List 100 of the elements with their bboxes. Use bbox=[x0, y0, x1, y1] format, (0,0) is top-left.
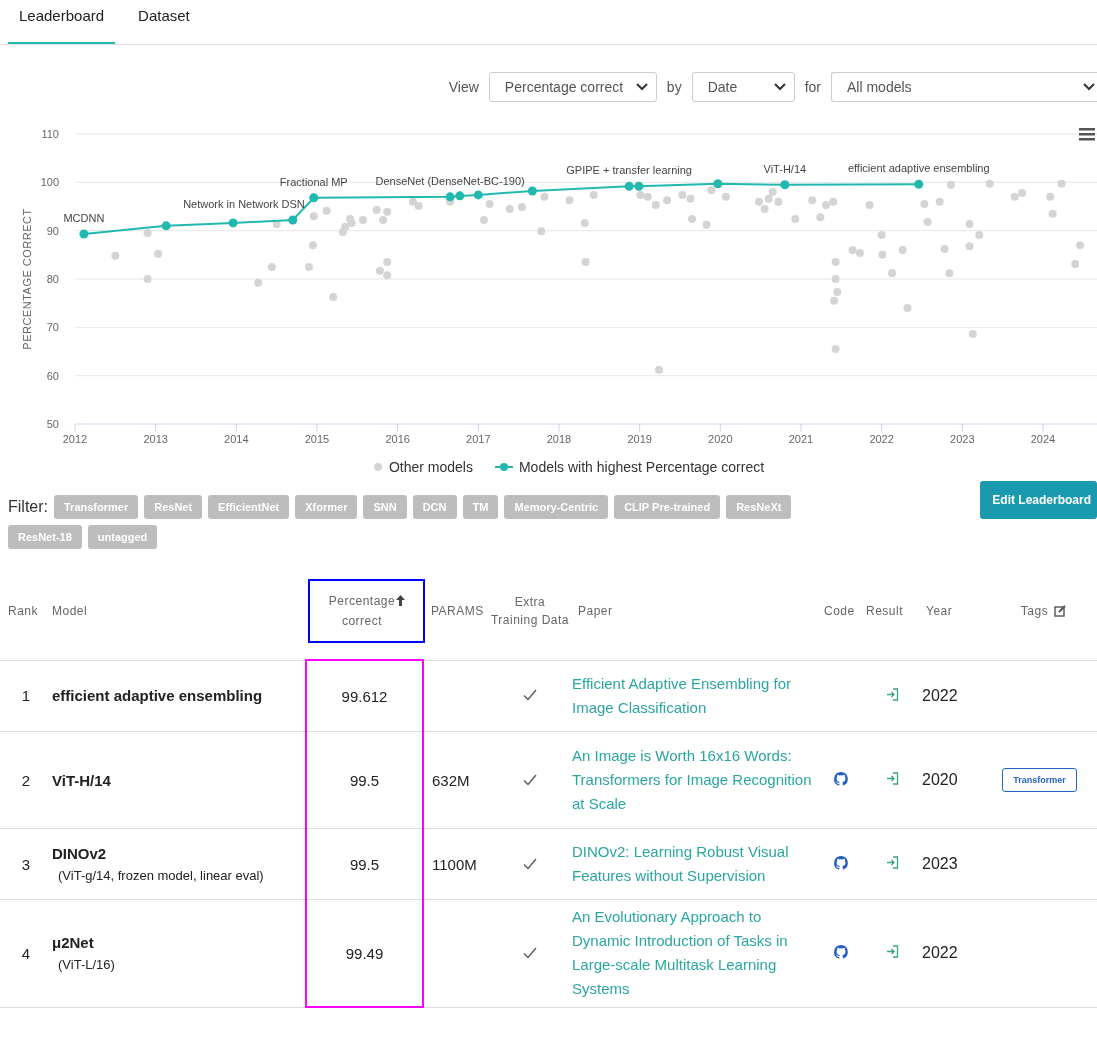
metric-select[interactable]: Percentage correct bbox=[488, 72, 657, 102]
model-detail: (ViT-L/16) bbox=[57, 957, 116, 973]
sota-point[interactable] bbox=[527, 186, 537, 196]
filter-tag[interactable]: ResNeXt bbox=[726, 495, 792, 519]
filter-tag[interactable]: ResNet-18 bbox=[8, 525, 82, 549]
filter-tag[interactable]: Transformer bbox=[54, 495, 139, 519]
sota-point[interactable] bbox=[780, 180, 790, 190]
filter-tag[interactable]: TM bbox=[462, 495, 499, 519]
code-repo-icon[interactable] bbox=[833, 943, 849, 960]
paper-link[interactable]: An Evolutionary Approach to Dynamic Introduction of Tasks in Large-scale Multitask Learning Systems bbox=[572, 905, 812, 1002]
data-point bbox=[309, 212, 318, 221]
data-point bbox=[888, 269, 897, 278]
sota-point[interactable] bbox=[445, 192, 455, 202]
filter-tag[interactable]: Xformer bbox=[295, 495, 358, 519]
view-label: View bbox=[448, 79, 479, 95]
data-point bbox=[831, 258, 840, 267]
filter-tag[interactable]: CLIP Pre-trained bbox=[614, 495, 721, 519]
filter-tag[interactable]: Memory-Centric bbox=[504, 495, 609, 519]
sota-point[interactable] bbox=[455, 191, 465, 201]
edit-leaderboard-button[interactable]: Edit Leaderboard bbox=[980, 481, 1097, 519]
data-point bbox=[272, 219, 281, 228]
data-point bbox=[688, 215, 697, 224]
data-point bbox=[965, 219, 974, 228]
data-point bbox=[383, 271, 392, 280]
data-point bbox=[505, 204, 514, 213]
data-point bbox=[329, 292, 338, 301]
x-tick-label: 2024 bbox=[1030, 433, 1056, 445]
sign-in-icon[interactable] bbox=[884, 944, 900, 960]
edit-icon[interactable] bbox=[1054, 605, 1067, 618]
score-cell: 99.49 bbox=[306, 899, 423, 1007]
model-detail: (ViT-g/14, frozen model, linear eval) bbox=[57, 868, 265, 883]
sota-point[interactable] bbox=[288, 215, 298, 225]
data-point bbox=[540, 192, 549, 201]
data-point bbox=[678, 190, 687, 199]
tab[interactable]: Leaderboard bbox=[8, 0, 116, 44]
y-tick-label: 110 bbox=[41, 128, 59, 140]
column-header: Result bbox=[866, 603, 903, 621]
data-point bbox=[143, 229, 152, 238]
data-point bbox=[830, 296, 839, 305]
sota-point[interactable] bbox=[624, 181, 634, 191]
y-tick-label: 70 bbox=[46, 321, 59, 334]
point-label: efficient adaptive ensembling bbox=[847, 162, 990, 175]
data-point bbox=[485, 200, 494, 209]
paper-link[interactable]: An Image is Worth 16x16 Words: Transformers for Image Recognition at Scale bbox=[572, 744, 812, 816]
sota-point[interactable] bbox=[161, 221, 171, 231]
data-point bbox=[347, 218, 356, 227]
sota-point[interactable] bbox=[79, 229, 89, 239]
column-header: Rank bbox=[8, 603, 38, 621]
data-point bbox=[655, 365, 663, 374]
x-tick-label: 2018 bbox=[546, 433, 572, 445]
data-point bbox=[877, 231, 886, 239]
sign-in-icon[interactable] bbox=[884, 686, 900, 702]
model-name: efficient adaptive ensembling bbox=[52, 687, 264, 705]
data-point bbox=[774, 197, 783, 206]
column-header[interactable]: Percentage correct bbox=[308, 579, 425, 643]
filter-tag[interactable]: DCN bbox=[412, 495, 457, 519]
data-point bbox=[589, 190, 598, 199]
models-select[interactable]: All models bbox=[831, 72, 1097, 102]
sign-in-icon[interactable] bbox=[884, 855, 900, 870]
x-axis-select[interactable]: Date bbox=[691, 72, 795, 102]
column-header: Year bbox=[926, 603, 953, 621]
filter-tag[interactable]: SNN bbox=[363, 495, 407, 519]
data-point bbox=[831, 345, 840, 354]
column-header: Model bbox=[52, 603, 88, 621]
data-point bbox=[965, 242, 974, 251]
data-point bbox=[580, 218, 589, 227]
code-repo-icon[interactable] bbox=[833, 770, 849, 787]
legend-item[interactable]: Models with highest Percentage correct bbox=[494, 459, 765, 475]
column-header: Extra Training Data bbox=[490, 594, 570, 630]
data-point bbox=[358, 216, 367, 225]
sota-point[interactable] bbox=[473, 190, 483, 200]
x-tick-label: 2021 bbox=[788, 433, 814, 445]
tag-button[interactable]: Transformer bbox=[1002, 768, 1077, 792]
sota-point[interactable] bbox=[228, 218, 238, 228]
menu-icon[interactable] bbox=[1079, 128, 1095, 141]
column-header: Paper bbox=[578, 603, 613, 621]
code-repo-icon[interactable] bbox=[833, 854, 849, 871]
legend-item[interactable]: Other models bbox=[372, 459, 473, 475]
sota-point[interactable] bbox=[309, 193, 319, 203]
data-point bbox=[707, 186, 716, 195]
data-point bbox=[686, 194, 695, 203]
filter-tag[interactable]: EfficientNet bbox=[208, 495, 290, 519]
data-point bbox=[865, 201, 874, 210]
point-label: Fractional MP bbox=[279, 175, 348, 188]
filter-tag[interactable]: untagged bbox=[87, 525, 158, 549]
paper-link[interactable]: DINOv2: Learning Robust Visual Features without Supervision bbox=[572, 840, 812, 888]
filter-tag[interactable]: ResNet bbox=[144, 495, 203, 519]
sign-in-icon[interactable] bbox=[884, 771, 900, 786]
data-point bbox=[816, 213, 825, 222]
data-point bbox=[581, 258, 590, 267]
for-label: for bbox=[804, 79, 821, 95]
x-tick-label: 2016 bbox=[385, 433, 410, 445]
rank-cell: 1 bbox=[0, 660, 44, 732]
data-point bbox=[154, 249, 163, 258]
tab[interactable]: Dataset bbox=[127, 0, 201, 44]
sota-point[interactable] bbox=[634, 181, 644, 191]
sota-point[interactable] bbox=[713, 179, 723, 189]
data-point bbox=[829, 197, 838, 206]
paper-link[interactable]: Efficient Adaptive Ensembling for Image Classification bbox=[572, 671, 812, 720]
sota-point[interactable] bbox=[914, 179, 924, 189]
